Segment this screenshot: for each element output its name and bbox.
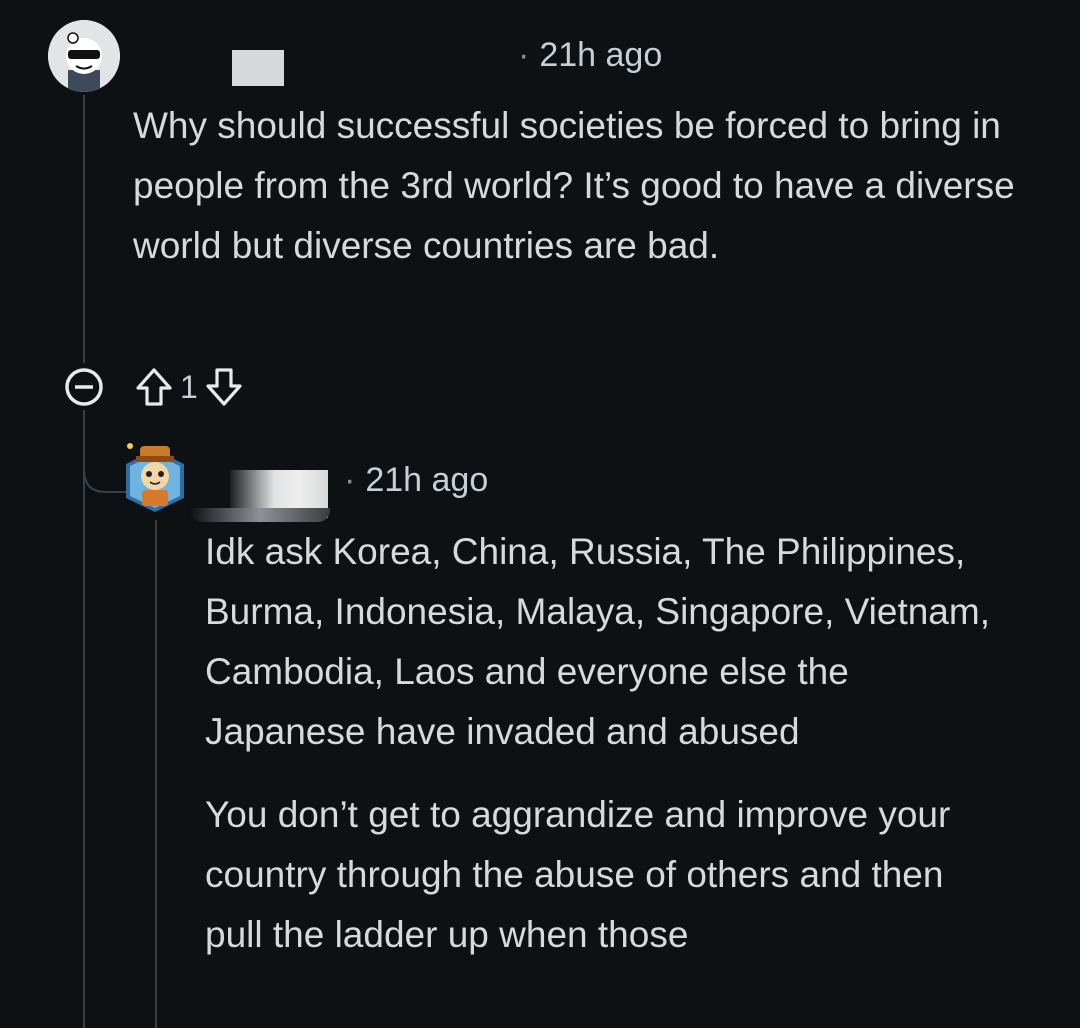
user-avatar-fox-hat-icon xyxy=(126,443,184,512)
separator-dot: · xyxy=(518,36,530,74)
upvote-arrow-icon xyxy=(136,368,172,406)
comment-meta: · 21h ago xyxy=(344,461,488,500)
username-redaction xyxy=(232,50,284,86)
comment-body: Idk ask Korea, China, Russia, The Philip… xyxy=(205,522,995,965)
collapse-minus-icon xyxy=(65,368,103,406)
avatar[interactable] xyxy=(122,442,188,512)
upvote-button[interactable] xyxy=(132,365,176,409)
downvote-button[interactable] xyxy=(202,365,246,409)
thread-line-parent[interactable] xyxy=(83,95,85,363)
timestamp: 21h ago xyxy=(539,36,663,74)
comment-actions: 1 xyxy=(62,362,246,412)
thread-line-reply[interactable] xyxy=(155,520,157,1028)
username-redaction-shadow xyxy=(190,508,330,522)
user-avatar-sunglasses-icon xyxy=(48,20,120,92)
comment-paragraph: You don’t get to aggrandize and improve … xyxy=(205,794,951,955)
collapse-button[interactable] xyxy=(62,365,106,409)
timestamp: 21h ago xyxy=(365,461,489,499)
comment-paragraph: Why should successful societies be force… xyxy=(133,105,1015,266)
thread-line-parent-continued[interactable] xyxy=(83,410,85,1028)
downvote-arrow-icon xyxy=(206,368,242,406)
comment-paragraph: Idk ask Korea, China, Russia, The Philip… xyxy=(205,531,990,752)
vote-score: 1 xyxy=(180,368,198,405)
comment-meta: · 21h ago xyxy=(518,36,662,75)
comment-thread: · 21h ago Why should successful societies… xyxy=(0,0,1080,1028)
separator-dot: · xyxy=(344,461,356,499)
avatar[interactable] xyxy=(48,20,120,92)
comment-body: Why should successful societies be force… xyxy=(133,96,1033,276)
